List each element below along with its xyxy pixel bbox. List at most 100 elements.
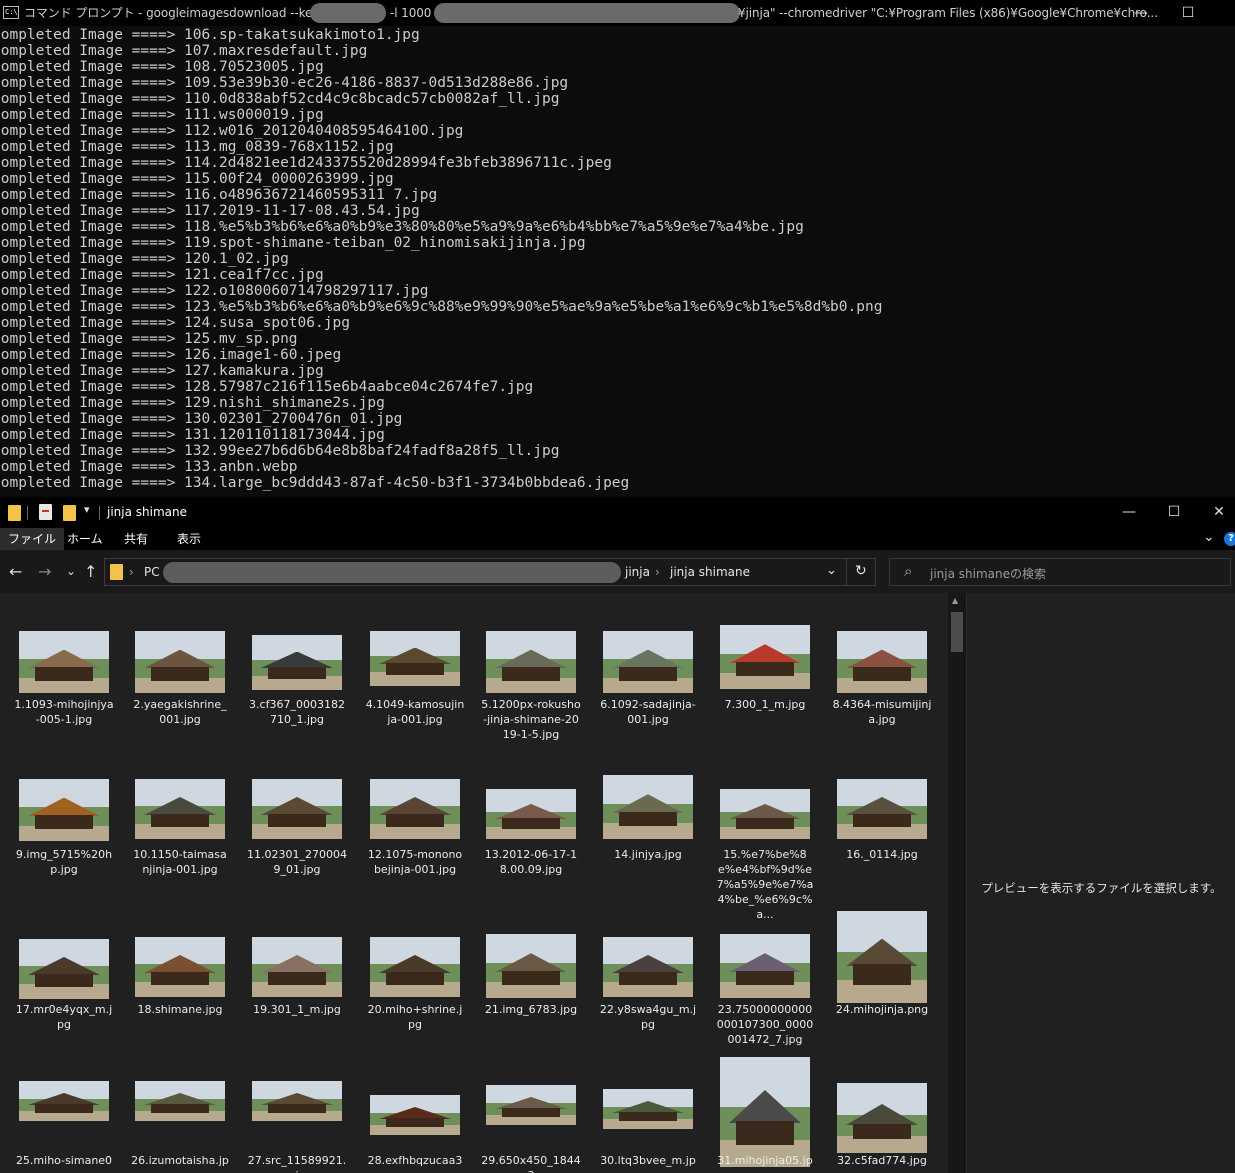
file-name: 18.shimane.jpg — [137, 1003, 223, 1016]
help-icon[interactable]: ? — [1224, 532, 1235, 546]
console-line: Completed Image ====> 109.53e39b30-ec26-… — [0, 75, 569, 91]
file-thumbnail — [837, 779, 927, 839]
file-name: 24.mihojinja.png — [835, 1003, 929, 1016]
console-line: Completed Image ====> 113.mg_0839-768x11… — [0, 139, 394, 155]
explorer-maximize-button[interactable]: ☐ — [1151, 499, 1197, 525]
refresh-button[interactable]: ↻ — [855, 563, 867, 579]
file-name: 15.%e7%be%8e%e4%bf%9d%e7%a5%9e%e7%a4%be_… — [716, 848, 814, 921]
file-thumbnail — [370, 1095, 460, 1135]
console-line: Completed Image ====> 108.70523005.jpg — [0, 59, 324, 75]
thumbnail-building — [35, 814, 93, 829]
console-line: Completed Image ====> 126.image1-60.jpeg — [0, 347, 342, 363]
address-bar[interactable]: › PC jinja › jinja shimane ⌄ ↻ — [104, 558, 876, 586]
redacted-path — [163, 562, 621, 583]
console-line: Completed Image ====> 125.mv_sp.png — [0, 331, 298, 347]
file-thumbnail — [135, 1081, 225, 1121]
console-output[interactable]: Completed Image ====> 106.sp-takatsukaki… — [0, 27, 1227, 491]
properties-icon[interactable] — [39, 504, 52, 520]
thumbnail-building — [151, 1104, 209, 1113]
thumbnail-building — [268, 813, 326, 827]
console-title-part3: ¥jinja" --chromedriver "C:¥Program Files… — [738, 6, 1158, 20]
up-button[interactable]: ↑ — [84, 562, 97, 581]
thumbnail-building — [386, 813, 444, 827]
file-name: 16._0114.jpg — [846, 848, 918, 861]
breadcrumb-jinja-shimane[interactable]: jinja shimane — [670, 565, 750, 579]
divider — [99, 506, 100, 520]
back-button[interactable]: ← — [9, 562, 22, 581]
divider — [846, 559, 847, 585]
explorer-title: jinja shimane — [107, 505, 187, 519]
file-thumbnail — [720, 789, 810, 839]
tab-file[interactable]: ファイル — [0, 528, 65, 550]
search-box[interactable]: ⌕ jinja shimaneの検索 — [889, 558, 1231, 586]
tab-view[interactable]: 表示 — [169, 528, 209, 550]
console-minimize-button[interactable]: — — [1118, 0, 1164, 26]
thumbnail-building — [736, 662, 794, 677]
console-window[interactable]: C:\ コマンド プロンプト - googleimagesdownload --… — [0, 0, 1235, 497]
file-thumbnail — [837, 631, 927, 693]
thumbnail-building — [268, 666, 326, 679]
thumbnail-building — [386, 1118, 444, 1127]
preview-pane: プレビューを表示するファイルを選択します。 — [966, 593, 1235, 1173]
file-thumbnail — [370, 937, 460, 997]
explorer-close-button[interactable]: ✕ — [1196, 499, 1235, 525]
file-name: 9.img_5715%20hp.jpg — [15, 848, 113, 876]
explorer-titlebar[interactable]: ▾ jinja shimane — ☐ ✕ — [0, 497, 1235, 528]
file-name: 14.jinjya.jpg — [614, 848, 682, 861]
file-thumbnail — [486, 631, 576, 693]
breadcrumb-jinja[interactable]: jinja — [625, 565, 650, 579]
file-name: 11.02301_2700049_01.jpg — [247, 848, 347, 876]
file-name: 31.mihojinja05.jp — [717, 1154, 813, 1167]
file-name: 13.2012-06-17-18.00.09.jpg — [484, 848, 578, 876]
file-name: 28.exfhbqzucaa3 — [367, 1154, 463, 1167]
console-line: Completed Image ====> 130.02301_2700476n… — [0, 411, 403, 427]
console-maximize-button[interactable]: ☐ — [1165, 0, 1211, 26]
file-thumbnail — [603, 631, 693, 693]
console-line: Completed Image ====> 107.maxresdefault.… — [0, 43, 368, 59]
file-thumbnail — [370, 779, 460, 839]
console-line: Completed Image ====> 115.00f24_00002639… — [0, 171, 394, 187]
scroll-up-arrow[interactable]: ▲ — [952, 596, 958, 605]
file-thumbnail — [19, 939, 109, 999]
file-name: 17.mr0e4yqx_m.jpg — [15, 1003, 113, 1031]
forward-button[interactable]: → — [38, 562, 51, 581]
console-line: Completed Image ====> 123.%e5%b3%b6%e6%a… — [0, 299, 883, 315]
breadcrumb-pc[interactable]: PC — [144, 565, 160, 579]
console-line: Completed Image ====> 117.2019-11-17-08.… — [0, 203, 420, 219]
address-dropdown-button[interactable]: ⌄ — [826, 563, 837, 578]
ribbon-expand-button[interactable]: ⌄ — [1203, 529, 1215, 545]
console-line: Completed Image ====> 120.1_02.jpg — [0, 251, 289, 267]
file-list[interactable]: 1.1093-mihojinjya-005-1.jpg 2.yaegakishri… — [0, 593, 948, 1173]
file-name: 30.ltq3bvee_m.jp — [600, 1154, 696, 1167]
vertical-scrollbar[interactable]: ▲ — [948, 593, 966, 1173]
thumbnail-building — [268, 971, 326, 985]
console-line: Completed Image ====> 111.ws000019.jpg — [0, 107, 324, 123]
console-titlebar[interactable]: C:\ コマンド プロンプト - googleimagesdownload --… — [0, 0, 1235, 26]
file-name: 21.img_6783.jpg — [484, 1003, 578, 1016]
file-thumbnail — [720, 934, 810, 998]
console-app-icon: C:\ — [3, 6, 19, 19]
file-name: 19.301_1_m.jpg — [253, 1003, 341, 1016]
tab-share[interactable]: 共有 — [116, 528, 156, 550]
file-thumbnail — [252, 635, 342, 690]
explorer-window[interactable]: ▾ jinja shimane — ☐ ✕ ファイル ホーム 共有 表示 ⌄ ?… — [0, 497, 1235, 1173]
thumbnail-building — [619, 666, 677, 681]
address-folder-icon — [110, 564, 123, 580]
new-folder-icon[interactable] — [63, 505, 76, 521]
thumbnail-building — [736, 1120, 794, 1145]
file-name: 6.1092-sadajinja-001.jpg — [600, 698, 696, 726]
file-name: 20.miho+shrine.jpg — [367, 1003, 463, 1031]
recent-locations-button[interactable]: ⌄ — [66, 564, 76, 578]
thumbnail-building — [736, 971, 794, 986]
thumbnail-building — [502, 818, 560, 829]
file-thumbnail — [603, 1089, 693, 1129]
thumbnail-building — [502, 666, 560, 681]
file-thumbnail — [135, 779, 225, 839]
file-name: 5.1200px-rokusho-jinja-shimane-2019-1-5.… — [481, 698, 581, 741]
explorer-minimize-button[interactable]: — — [1106, 499, 1152, 525]
scrollbar-thumb[interactable] — [951, 612, 963, 652]
quick-access-dropdown[interactable]: ▾ — [84, 503, 90, 516]
file-thumbnail — [135, 937, 225, 997]
tab-home[interactable]: ホーム — [59, 528, 111, 550]
thumbnail-building — [35, 1104, 93, 1113]
